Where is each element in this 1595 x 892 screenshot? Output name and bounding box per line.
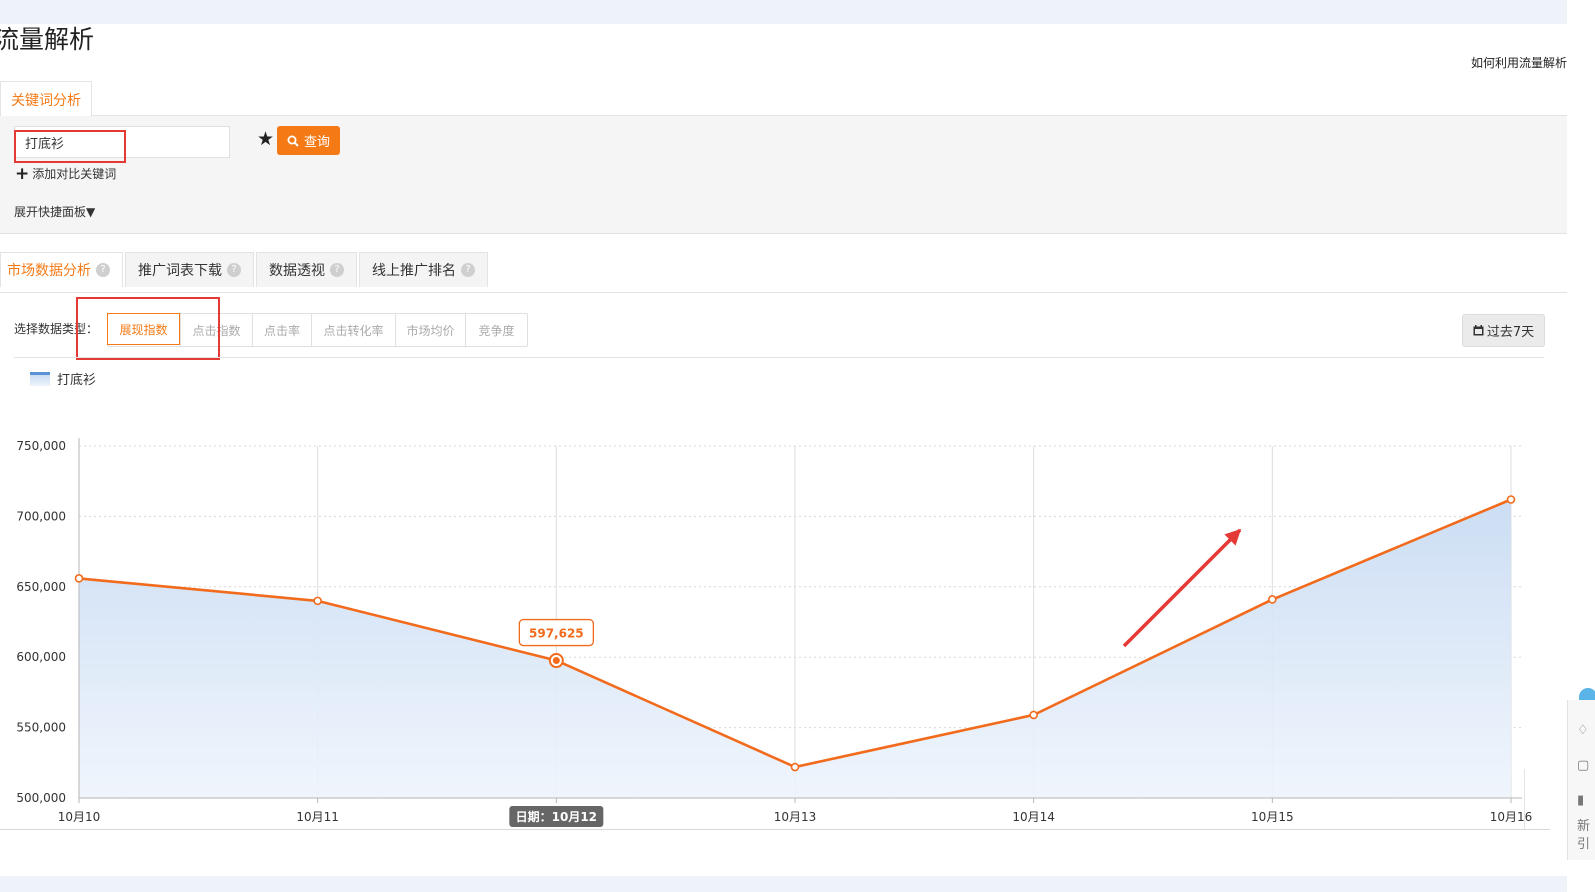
tab-data-pivot[interactable]: 数据透视? — [256, 252, 357, 287]
query-button[interactable]: 查询 — [277, 126, 340, 155]
x-tick-label: 10月11 — [296, 810, 339, 824]
x-tick-label: 10月16 — [1490, 810, 1533, 824]
data-point — [1506, 495, 1516, 504]
x-tick-label: 10月10 — [58, 810, 101, 824]
data-type-avg-price[interactable]: 市场均价 — [395, 314, 465, 346]
section-divider — [14, 357, 1544, 358]
help-icon[interactable]: ? — [330, 263, 344, 277]
calendar-icon — [1473, 325, 1484, 336]
page-title: 流量解析 — [0, 25, 95, 54]
data-point — [74, 574, 84, 583]
tooltip-value: 597,625 — [529, 627, 584, 641]
y-tick-label: 550,000 — [16, 721, 66, 735]
caret-down-icon: ▼ — [86, 205, 96, 219]
tab-label: 线上推广排名 — [372, 263, 456, 279]
x-tick-label: 10月13 — [774, 810, 817, 824]
date-range-button[interactable]: 过去7天 — [1462, 314, 1545, 347]
chat-icon[interactable]: ▢ — [1577, 758, 1589, 773]
expand-quick-panel-toggle[interactable]: 展开快捷面板▼ — [14, 203, 95, 220]
data-type-click-index[interactable]: 点击指数 — [180, 314, 252, 346]
scroll-track — [1524, 769, 1525, 829]
y-tick-label: 650,000 — [16, 580, 66, 594]
data-point-highlight-core — [552, 657, 560, 665]
tab-keyword-download[interactable]: 推广词表下载? — [125, 252, 254, 287]
y-tick-label: 700,000 — [16, 509, 66, 523]
data-type-button-group: 展现指数 点击指数 点击率 点击转化率 市场均价 竞争度 — [107, 313, 528, 347]
help-icon[interactable]: ? — [96, 263, 110, 277]
data-point — [1029, 710, 1038, 720]
tab-online-ranking[interactable]: 线上推广排名? — [359, 252, 488, 287]
bookmark-icon[interactable]: ▮ — [1577, 793, 1584, 808]
query-button-label: 查询 — [303, 135, 330, 150]
x-tick-label: 10月14 — [1012, 810, 1055, 824]
side-glyph-guide: 引 — [1577, 837, 1591, 852]
tabs-divider — [0, 292, 1567, 293]
data-type-competition[interactable]: 竞争度 — [465, 314, 527, 346]
help-icon[interactable]: ? — [227, 263, 241, 277]
plus-icon: + — [15, 163, 30, 184]
expand-panel-label: 展开快捷面板 — [14, 205, 87, 219]
help-link[interactable]: 如何利用流量解析 — [1471, 54, 1567, 71]
search-panel: ★ 查询 + 添加对比关键词 展开快捷面板▼ — [0, 115, 1567, 234]
tab-keyword-analysis[interactable]: 关键词分析 — [0, 81, 92, 116]
y-tick-label: 750,000 — [16, 439, 66, 453]
data-type-impression-index[interactable]: 展现指数 — [107, 313, 180, 345]
data-type-ctr[interactable]: 点击率 — [252, 314, 311, 346]
tab-label: 市场数据分析 — [7, 263, 91, 279]
tab-market-data[interactable]: 市场数据分析? — [0, 252, 123, 287]
help-icon[interactable]: ? — [461, 263, 475, 277]
y-tick-label: 600,000 — [16, 650, 66, 664]
search-icon — [287, 135, 299, 147]
favorite-star-icon[interactable]: ★ — [257, 128, 274, 150]
x-tick-label: 10月15 — [1251, 810, 1294, 824]
analysis-tabs: 市场数据分析? 推广词表下载? 数据透视? 线上推广排名? — [0, 252, 490, 287]
impression-index-chart: 500,000 550,000 600,000 650,000 700,000 750,0… — [16, 438, 1533, 827]
right-sidebar-edge: ♢ ▢ ▮ 新 引 — [1567, 0, 1595, 892]
side-glyph-new: 新 — [1577, 819, 1591, 834]
data-type-conversion-rate[interactable]: 点击转化率 — [311, 314, 395, 346]
add-compare-label: 添加对比关键词 — [32, 167, 117, 181]
page-container: 流量解析 如何利用流量解析 关键词分析 ★ 查询 + 添加对比关键词 展开快捷面… — [0, 24, 1567, 876]
data-type-label: 选择数据类型： — [14, 322, 99, 336]
tooltip-date: 日期：10月12 — [516, 809, 597, 824]
tab-label: 推广词表下载 — [138, 263, 222, 279]
keyword-input[interactable] — [14, 126, 230, 158]
footer-divider — [0, 769, 1550, 830]
add-compare-keyword-link[interactable]: + 添加对比关键词 — [15, 165, 116, 182]
y-tick-label: 500,000 — [16, 791, 66, 805]
bell-icon[interactable]: ♢ — [1577, 723, 1589, 738]
data-point — [313, 596, 322, 606]
data-point — [790, 762, 800, 772]
date-range-label: 过去7天 — [1486, 325, 1535, 340]
tab-label: 数据透视 — [269, 263, 325, 279]
data-point — [1268, 595, 1277, 604]
